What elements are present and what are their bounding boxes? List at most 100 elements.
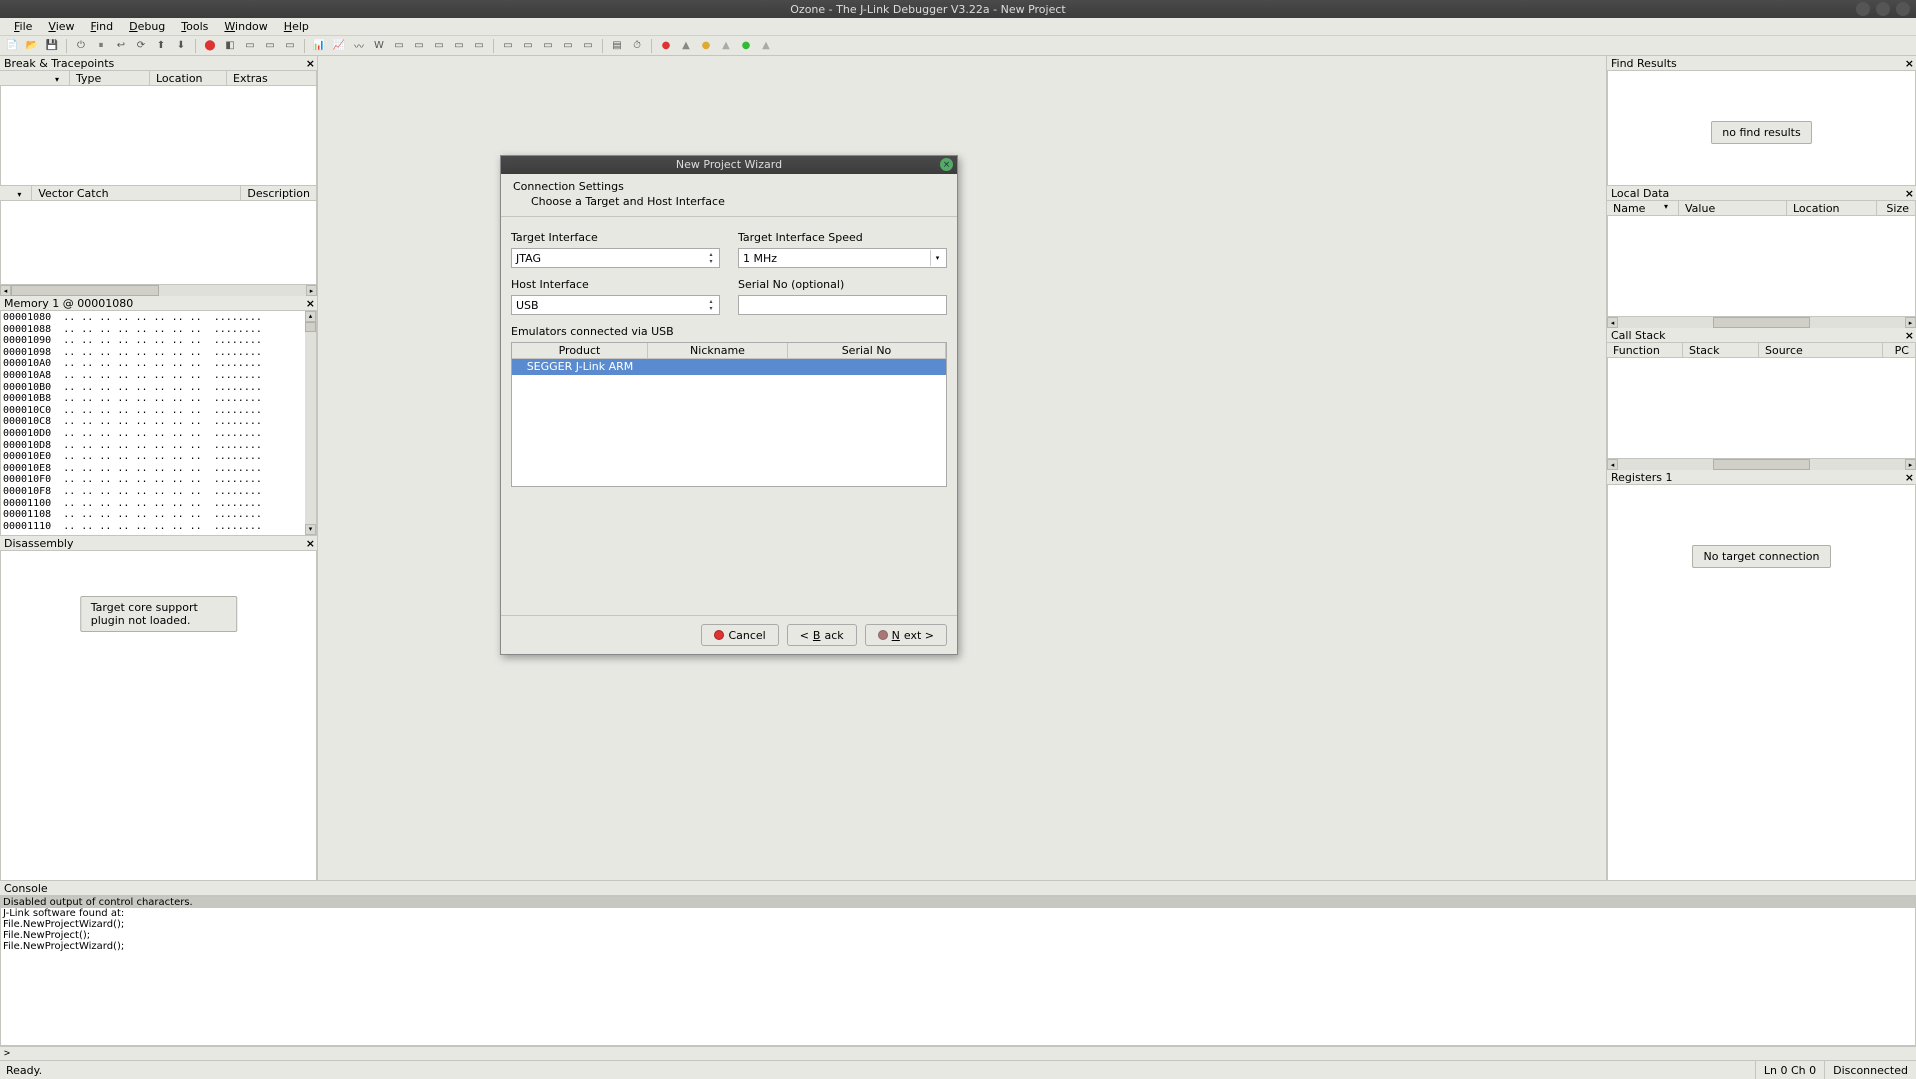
status-ready: Ready. [0, 1064, 1755, 1077]
red-dot-icon[interactable]: ● [658, 38, 674, 54]
w-icon[interactable]: W [371, 38, 387, 54]
menu-file[interactable]: File [6, 18, 40, 35]
vectorcatch-body [0, 201, 317, 285]
power-icon[interactable]: ⏻ [73, 38, 89, 54]
panel5-icon[interactable]: ▭ [580, 38, 596, 54]
registers-title: Registers 1 × [1607, 470, 1916, 485]
box-d-icon[interactable]: ▭ [242, 38, 258, 54]
graph-icon[interactable]: 📊 [311, 38, 327, 54]
menu-view[interactable]: View [40, 18, 82, 35]
console-body[interactable]: Disabled output of control characters. J… [0, 896, 1916, 1046]
win3-icon[interactable]: ▭ [431, 38, 447, 54]
break-all-icon[interactable]: ◧ [222, 38, 238, 54]
find-msg: no find results [1711, 121, 1811, 144]
emu-row[interactable]: SEGGER J-Link ARM [512, 359, 946, 375]
pause-icon[interactable]: ⏸ [93, 38, 109, 54]
memory-body[interactable]: 00001080 .. .. .. .. .. .. .. .. .......… [1, 311, 316, 535]
save-icon[interactable]: 💾 [44, 38, 60, 54]
minimize-icon[interactable] [1856, 2, 1870, 16]
close-icon[interactable]: × [1905, 187, 1914, 200]
findresults-title: Find Results × [1607, 56, 1916, 71]
panel3-icon[interactable]: ▭ [540, 38, 556, 54]
cancel-button[interactable]: Cancel [701, 624, 778, 646]
menu-window[interactable]: Window [216, 18, 275, 35]
target-speed-combo[interactable]: 1 MHz ▾ [738, 248, 947, 268]
host-if-label: Host Interface [511, 278, 720, 291]
hscroll[interactable]: ◂ ▸ [1607, 317, 1916, 328]
reset-icon[interactable]: ↩ [113, 38, 129, 54]
time-icon[interactable]: ⏱ [629, 38, 645, 54]
maximize-icon[interactable] [1876, 2, 1890, 16]
green-dot-icon[interactable]: ● [738, 38, 754, 54]
callstack-header: Function Stack Frame Source PC [1607, 343, 1916, 358]
list-icon[interactable]: ▤ [609, 38, 625, 54]
registers-msg: No target connection [1692, 545, 1830, 568]
reload-icon[interactable]: ⟳ [133, 38, 149, 54]
grey-up-icon[interactable]: ▲ [718, 38, 734, 54]
win5-icon[interactable]: ▭ [471, 38, 487, 54]
purple-dot-icon [878, 630, 888, 640]
menu-debug[interactable]: Debug [121, 18, 173, 35]
close-icon[interactable]: × [1905, 471, 1914, 484]
menu-tools[interactable]: Tools [173, 18, 216, 35]
console-greyline: Disabled output of control characters. [1, 897, 1915, 908]
close-window-icon[interactable] [1896, 2, 1910, 16]
memory-title: Memory 1 @ 00001080 × [0, 296, 317, 311]
win2-icon[interactable]: ▭ [411, 38, 427, 54]
callstack-body [1607, 358, 1916, 459]
toolbar: 📄 📂 💾 ⏻ ⏸ ↩ ⟳ ⬆ ⬇ ⬤ ◧ ▭ ▭ ▭ 📊 📈 〰 W ▭ ▭ … [0, 36, 1916, 56]
panel4-icon[interactable]: ▭ [560, 38, 576, 54]
hscroll[interactable]: ◂ ▸ [0, 285, 317, 296]
up-arrow-icon[interactable]: ▲ [678, 38, 694, 54]
spinner-icon[interactable]: ▴▾ [705, 250, 717, 266]
callstack-title: Call Stack × [1607, 328, 1916, 343]
back-button[interactable]: < Back [787, 624, 857, 646]
serial-label: Serial No (optional) [738, 278, 947, 291]
panel1-icon[interactable]: ▭ [500, 38, 516, 54]
close-icon[interactable]: × [306, 297, 315, 310]
serial-input[interactable] [738, 295, 947, 315]
target-speed-label: Target Interface Speed [738, 231, 947, 244]
status-lncol: Ln 0 Ch 0 [1755, 1061, 1824, 1079]
close-icon[interactable]: × [306, 57, 315, 70]
hscroll[interactable]: ◂ ▸ [1607, 459, 1916, 470]
box-g-icon[interactable]: ▭ [262, 38, 278, 54]
target-if-combo[interactable]: JTAG ▴▾ [511, 248, 720, 268]
menu-find[interactable]: Find [83, 18, 122, 35]
new-icon[interactable]: 📄 [4, 38, 20, 54]
vectorcatch-header: ▾ Vector Catch Description [0, 186, 317, 201]
step-up-icon[interactable]: ⬆ [153, 38, 169, 54]
close-icon[interactable]: × [1905, 329, 1914, 342]
wave-icon[interactable]: 〰 [351, 38, 367, 54]
open-icon[interactable]: 📂 [24, 38, 40, 54]
spinner-icon[interactable]: ▴▾ [705, 297, 717, 313]
close-icon[interactable]: × [1905, 57, 1914, 70]
win1-icon[interactable]: ▭ [391, 38, 407, 54]
signal-icon[interactable]: 📈 [331, 38, 347, 54]
close-icon[interactable]: × [306, 537, 315, 550]
dialog-title: New Project Wizard × [501, 156, 957, 174]
console-prompt[interactable]: > [0, 1046, 1916, 1060]
findresults-body: no find results [1607, 71, 1916, 186]
window-title: Ozone - The J-Link Debugger V3.22a - New… [0, 3, 1856, 16]
localdata-title: Local Data × [1607, 186, 1916, 201]
yellow-dot-icon[interactable]: ● [698, 38, 714, 54]
grey-arrow-icon[interactable]: ▲ [758, 38, 774, 54]
menu-help[interactable]: Help [276, 18, 317, 35]
vscroll[interactable]: ▴ ▾ [305, 311, 316, 535]
win4-icon[interactable]: ▭ [451, 38, 467, 54]
box-r-icon[interactable]: ▭ [282, 38, 298, 54]
dialog-header: Connection Settings Choose a Target and … [501, 174, 957, 217]
new-project-dialog: New Project Wizard × Connection Settings… [500, 155, 958, 655]
break-icon[interactable]: ⬤ [202, 38, 218, 54]
console-lines: J-Link software found at: File.NewProjec… [1, 908, 1915, 952]
step-down-icon[interactable]: ⬇ [173, 38, 189, 54]
target-if-label: Target Interface [511, 231, 720, 244]
panel2-icon[interactable]: ▭ [520, 38, 536, 54]
dialog-close-icon[interactable]: × [940, 158, 953, 171]
next-button[interactable]: Next > [865, 624, 947, 646]
host-if-combo[interactable]: USB ▴▾ [511, 295, 720, 315]
status-conn: Disconnected [1824, 1061, 1916, 1079]
dropdown-icon[interactable]: ▾ [930, 250, 944, 266]
emu-label: Emulators connected via USB [511, 325, 947, 338]
